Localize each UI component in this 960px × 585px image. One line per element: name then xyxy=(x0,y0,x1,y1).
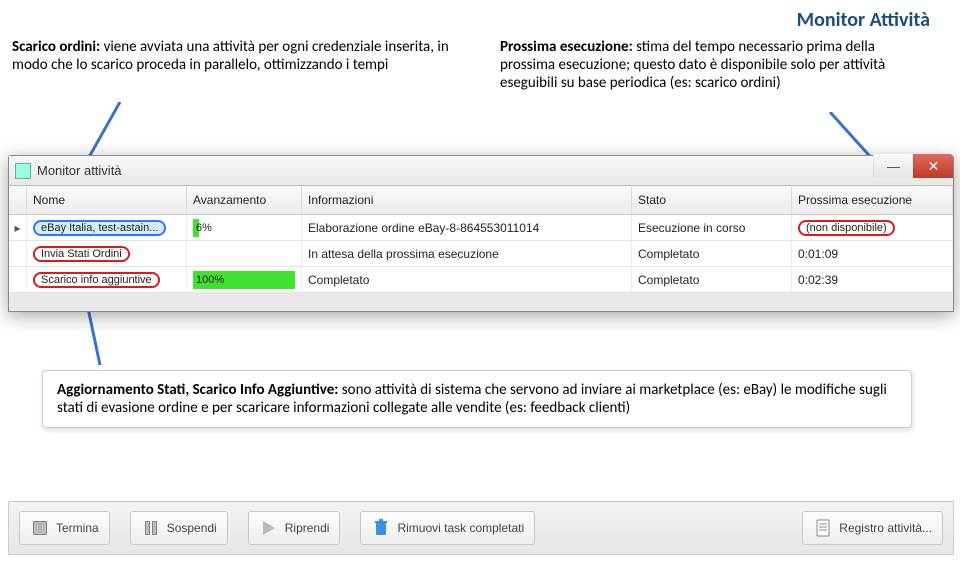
annotation-scarico-ordini: Scarico ordini: viene avviata una attivi… xyxy=(12,38,452,74)
terminate-button[interactable]: Termina xyxy=(19,511,110,545)
col-state[interactable]: Stato xyxy=(632,186,792,214)
col-next[interactable]: Prossima esecuzione xyxy=(792,186,953,214)
activity-log-button[interactable]: Registro attività... xyxy=(802,511,943,545)
titlebar[interactable]: Monitor attività — ✕ xyxy=(9,156,953,186)
cell-next-exec: 0:01:09 xyxy=(792,241,953,266)
col-progress[interactable]: Avanzamento xyxy=(187,186,302,214)
activity-grid[interactable]: Nome Avanzamento Informazioni Stato Pros… xyxy=(9,186,953,311)
row-marker: ▸ xyxy=(9,215,27,240)
cell-progress: 100% xyxy=(187,267,302,292)
cell-next-exec: (non disponibile) xyxy=(792,215,953,240)
annotation-aggiornamento-stati: Aggiornamento Stati, Scarico Info Aggiun… xyxy=(42,370,912,428)
col-marker xyxy=(9,186,27,214)
cell-name: Scarico info aggiuntive xyxy=(27,267,187,292)
col-info[interactable]: Informazioni xyxy=(302,186,632,214)
table-row[interactable]: Invia Stati Ordini In attesa della prossi… xyxy=(9,241,953,267)
cell-info: In attesa della prossima esecuzione xyxy=(302,241,632,266)
suspend-button[interactable]: Sospendi xyxy=(130,511,228,545)
document-icon xyxy=(813,518,833,538)
table-row[interactable]: Scarico info aggiuntive100%CompletatoCom… xyxy=(9,267,953,293)
pause-icon xyxy=(141,518,161,538)
cell-state: Completato xyxy=(632,241,792,266)
monitor-window: Monitor attività — ✕ Nome Avanzamento In… xyxy=(8,155,954,312)
cell-info: Completato xyxy=(302,267,632,292)
play-icon xyxy=(259,518,279,538)
cell-progress: 6% xyxy=(187,215,302,240)
cell-next-exec: 0:02:39 xyxy=(792,267,953,292)
table-row[interactable]: ▸eBay Italia, test-astain...6%Elaborazio… xyxy=(9,215,953,241)
grid-header: Nome Avanzamento Informazioni Stato Pros… xyxy=(9,186,953,215)
footer-toolbar: Termina Sospendi Riprendi Rimuovi task c… xyxy=(8,501,954,555)
cell-name: eBay Italia, test-astain... xyxy=(27,215,187,240)
cell-state: Esecuzione in corso xyxy=(632,215,792,240)
cell-name: Invia Stati Ordini xyxy=(27,241,187,266)
grid-blank xyxy=(9,293,953,311)
trash-icon xyxy=(371,518,391,538)
stop-icon xyxy=(30,518,50,538)
row-marker xyxy=(9,267,27,292)
cell-state: Completato xyxy=(632,267,792,292)
window-title: Monitor attività xyxy=(37,163,122,178)
app-icon xyxy=(15,163,31,179)
col-name[interactable]: Nome xyxy=(27,186,187,214)
resume-button[interactable]: Riprendi xyxy=(248,511,341,545)
annotation-prossima-esecuzione: Prossima esecuzione: stima del tempo nec… xyxy=(500,38,930,92)
page-title: Monitor Attività xyxy=(797,8,930,32)
minimize-button[interactable]: — xyxy=(873,154,913,178)
cell-info: Elaborazione ordine eBay-8-864553011014 xyxy=(302,215,632,240)
close-button[interactable]: ✕ xyxy=(913,154,953,178)
remove-completed-button[interactable]: Rimuovi task completati xyxy=(360,511,535,545)
cell-progress xyxy=(187,241,302,266)
row-marker xyxy=(9,241,27,266)
